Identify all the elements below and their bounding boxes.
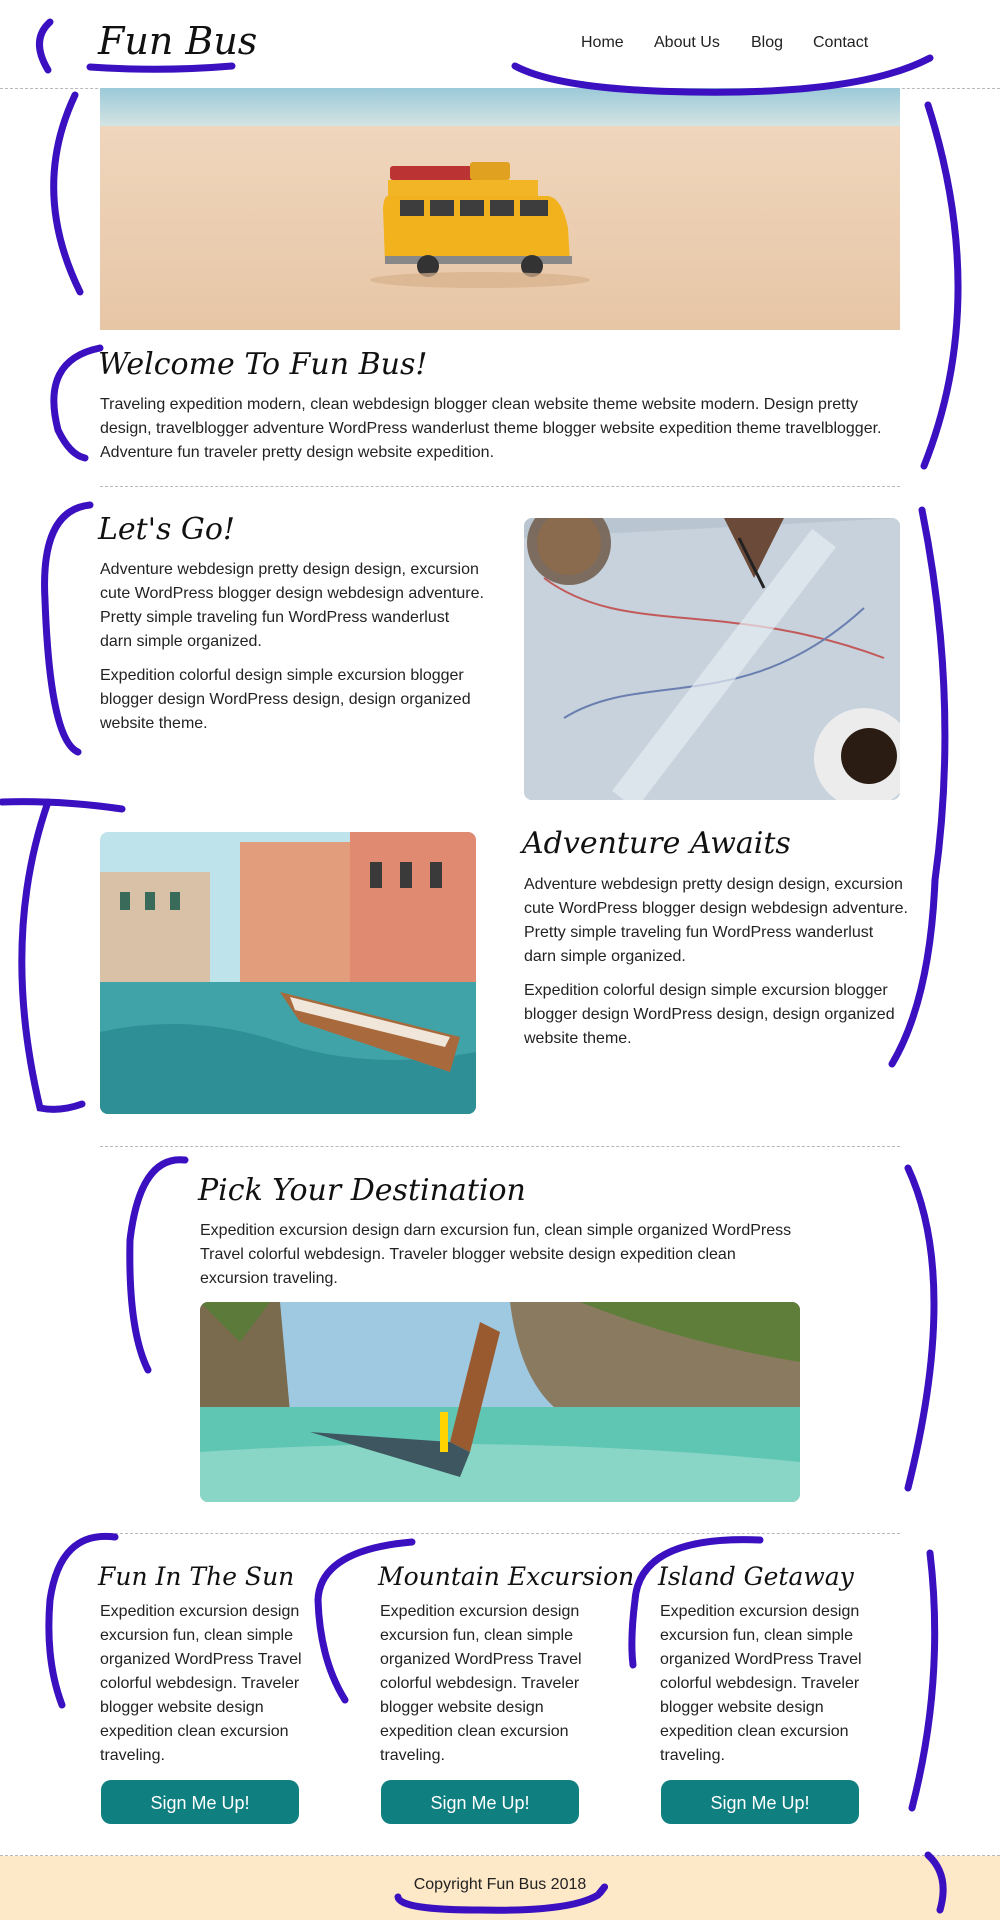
adventure-paragraph-2: Expedition colorful design simple excurs… [524,982,895,1047]
annotation-stroke [50,91,84,296]
nav-contact[interactable]: Contact [813,30,868,56]
nav-blog[interactable]: Blog [751,30,783,56]
annotation-stroke [50,344,104,462]
card-2-sign-up-button[interactable]: Sign Me Up! [381,1780,579,1824]
annotation-stroke [920,101,962,470]
card-3-text: Expedition excursion design excursion fu… [660,1603,862,1764]
destination-divider [100,1533,900,1534]
card-1-heading: Fun In The Sun [98,1562,295,1591]
welcome-divider [100,486,900,487]
card-2-heading: Mountain Excursion [378,1562,635,1591]
card-2-text: Expedition excursion design excursion fu… [380,1603,582,1764]
welcome-text: Traveling expedition modern, clean webde… [100,396,882,461]
nav-home[interactable]: Home [581,30,624,56]
copyright-text: Copyright Fun Bus 2018 [413,1876,587,1893]
main-nav: Home About Us Blog Contact [0,30,1000,60]
toy-bus-on-beach-image [100,88,900,330]
site-footer: Copyright Fun Bus 2018 [0,1856,1000,1920]
lets-go-paragraph-1: Adventure webdesign pretty design design… [100,561,484,650]
longtail-boat-lagoon-image [200,1302,800,1502]
annotation-stroke [0,798,126,813]
card-3-heading: Island Getaway [658,1562,854,1591]
card-1-text: Expedition excursion design excursion fu… [100,1603,302,1764]
destination-text: Expedition excursion design darn excursi… [200,1222,792,1287]
site-header: Fun Bus Home About Us Blog Contact [0,0,1000,88]
adventure-heading: Adventure Awaits [522,826,791,861]
annotation-stroke [41,501,94,756]
lets-go-paragraph-2: Expedition colorful design simple excurs… [100,667,471,732]
content-divider [100,1146,900,1147]
nav-about-us[interactable]: About Us [654,30,720,56]
lets-go-heading: Let's Go! [98,512,235,547]
annotation-stroke [908,1549,939,1812]
map-and-coffee-image [524,518,900,800]
annotation-stroke [18,798,86,1113]
annotation-stroke [126,1156,189,1374]
welcome-heading: Welcome To Fun Bus! [98,347,428,382]
destination-heading: Pick Your Destination [198,1173,526,1208]
card-1-sign-up-button[interactable]: Sign Me Up! [101,1780,299,1824]
card-3-sign-up-button[interactable]: Sign Me Up! [661,1780,859,1824]
adventure-paragraph-1: Adventure webdesign pretty design design… [524,876,908,965]
venice-canal-boat-image [100,832,476,1114]
annotation-stroke [904,1164,938,1492]
